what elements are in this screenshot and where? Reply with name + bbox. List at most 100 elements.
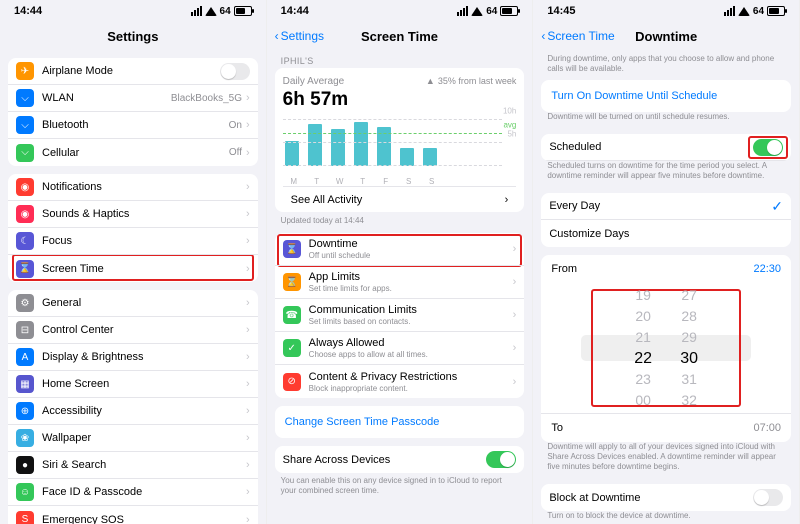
emergency-sos-icon: S	[16, 511, 34, 524]
accessibility-icon: ⊕	[16, 402, 34, 420]
avg-label: avg	[503, 121, 516, 130]
row-display-brightness[interactable]: ADisplay & Brightness›	[8, 344, 258, 371]
owner-label: IPHIL'S	[281, 56, 525, 66]
block-note: Turn on to block the device at downtime.	[541, 511, 791, 524]
customize-days-row[interactable]: Customize Days	[541, 220, 791, 247]
picker-value[interactable]: 22	[634, 348, 652, 369]
every-day-row[interactable]: Every Day ✓	[541, 193, 791, 220]
toggle[interactable]	[220, 63, 250, 80]
block-group: Block at Downtime	[541, 484, 791, 511]
picker-value[interactable]: 27	[681, 285, 697, 306]
picker-value[interactable]: 20	[635, 306, 651, 327]
trend: ▲ 35% from last week	[426, 76, 516, 86]
row-label: Cellular	[42, 147, 229, 159]
row-label: Face ID & Passcode	[42, 486, 246, 498]
row-screen-time[interactable]: ⌛Screen Time›	[8, 255, 258, 282]
cell-signal-icon	[724, 6, 735, 16]
communication-limits-icon: ☎	[283, 306, 301, 324]
row-sublabel: Set time limits for apps.	[309, 284, 513, 293]
row-content-privacy-restrictions[interactable]: ⊘Content & Privacy RestrictionsBlock ina…	[275, 365, 525, 398]
picker-hours[interactable]: 192021222300	[620, 283, 666, 413]
row-label: Content & Privacy Restrictions	[309, 371, 513, 383]
block-at-downtime-row[interactable]: Block at Downtime	[541, 484, 791, 511]
row-emergency-sos[interactable]: SEmergency SOS›	[8, 506, 258, 524]
arrow-up-icon: ▲	[426, 76, 435, 86]
row-label: App Limits	[309, 271, 513, 283]
picker-minutes[interactable]: 272829303132	[666, 283, 712, 413]
sounds-haptics-icon: ◉	[16, 205, 34, 223]
back-button[interactable]: ‹Settings	[275, 29, 324, 43]
chevron-right-icon: ›	[246, 208, 250, 220]
wallpaper-icon: ❀	[16, 429, 34, 447]
scheduled-row[interactable]: Scheduled	[541, 134, 791, 161]
row-airplane-mode[interactable]: ✈Airplane Mode	[8, 58, 258, 85]
day-label: T	[356, 177, 370, 186]
time-picker[interactable]: 192021222300 272829303132	[541, 283, 791, 413]
from-row[interactable]: From 22:30	[541, 255, 791, 283]
screen-time-icon: ⌛	[16, 260, 34, 278]
chevron-right-icon: ›	[246, 459, 250, 471]
picker-value[interactable]: 00	[635, 390, 651, 411]
row-label: Communication Limits	[309, 304, 513, 316]
to-row[interactable]: To 07:00	[541, 413, 791, 442]
row-wlan[interactable]: ⌵WLANBlackBooks_5G›	[8, 85, 258, 112]
cell-signal-icon	[191, 6, 202, 16]
block-toggle[interactable]	[753, 489, 783, 506]
chart-bar	[308, 124, 322, 166]
scheduled-group: Scheduled	[541, 134, 791, 161]
settings-group-general: ⚙General›⊟Control Center›ADisplay & Brig…	[8, 290, 258, 524]
row-siri-search[interactable]: ●Siri & Search›	[8, 452, 258, 479]
row-downtime[interactable]: ⌛DowntimeOff until schedule›	[275, 233, 525, 266]
chevron-left-icon: ‹	[275, 29, 279, 43]
row-communication-limits[interactable]: ☎Communication LimitsSet limits based on…	[275, 299, 525, 332]
page-title: Screen Time	[361, 29, 438, 44]
to-time: 07:00	[753, 422, 781, 434]
row-bluetooth[interactable]: ⌵BluetoothOn›	[8, 112, 258, 139]
row-focus[interactable]: ☾Focus›	[8, 228, 258, 255]
change-passcode[interactable]: Change Screen Time Passcode	[275, 406, 525, 438]
share-across-devices-row[interactable]: Share Across Devices	[275, 446, 525, 473]
row-face-id-passcode[interactable]: ☺Face ID & Passcode›	[8, 479, 258, 506]
row-general[interactable]: ⚙General›	[8, 290, 258, 317]
row-label: Accessibility	[42, 405, 246, 417]
chart-bar	[285, 141, 299, 166]
row-label: Notifications	[42, 181, 246, 193]
phone-settings: 14:44 64 Settings ✈Airplane Mode⌵WLANBla…	[0, 0, 267, 524]
intro-text: During downtime, only apps that you choo…	[541, 50, 791, 78]
chevron-right-icon: ›	[246, 514, 250, 524]
screentime-options: ⌛DowntimeOff until schedule›⌛App LimitsS…	[275, 233, 525, 398]
row-notifications[interactable]: ◉Notifications›	[8, 174, 258, 201]
row-always-allowed[interactable]: ✓Always AllowedChoose apps to allow at a…	[275, 332, 525, 365]
share-toggle[interactable]	[486, 451, 516, 468]
picker-value[interactable]: 32	[681, 390, 697, 411]
home-screen-icon: ▦	[16, 375, 34, 393]
row-label: Sounds & Haptics	[42, 208, 246, 220]
see-all-activity[interactable]: See All Activity ›	[283, 186, 517, 212]
row-home-screen[interactable]: ▦Home Screen›	[8, 371, 258, 398]
picker-value[interactable]: 30	[680, 348, 698, 369]
page-title: Downtime	[635, 29, 697, 44]
picker-value[interactable]: 19	[635, 285, 651, 306]
picker-value[interactable]: 29	[681, 327, 697, 348]
picker-value[interactable]: 21	[635, 327, 651, 348]
downtime-icon: ⌛	[283, 240, 301, 258]
battery-icon	[234, 6, 252, 16]
row-accessibility[interactable]: ⊕Accessibility›	[8, 398, 258, 425]
back-button[interactable]: ‹Screen Time	[541, 29, 614, 43]
page-title: Settings	[107, 29, 158, 44]
picker-value[interactable]: 23	[635, 369, 651, 390]
row-app-limits[interactable]: ⌛App LimitsSet time limits for apps.›	[275, 266, 525, 299]
row-label: Downtime	[309, 238, 513, 250]
picker-value[interactable]: 31	[681, 369, 697, 390]
row-cellular[interactable]: ⌵CellularOff›	[8, 139, 258, 166]
nav-header: Settings	[0, 22, 266, 50]
turn-on-until-schedule[interactable]: Turn On Downtime Until Schedule	[541, 80, 791, 112]
picker-value[interactable]: 28	[681, 306, 697, 327]
scheduled-toggle[interactable]	[753, 139, 783, 156]
chevron-right-icon: ›	[513, 243, 517, 255]
row-sounds-haptics[interactable]: ◉ Sounds & Haptics›	[8, 201, 258, 228]
row-label: Home Screen	[42, 378, 246, 390]
row-wallpaper[interactable]: ❀Wallpaper›	[8, 425, 258, 452]
nav-header: ‹Settings Screen Time	[267, 22, 533, 50]
row-control-center[interactable]: ⊟Control Center›	[8, 317, 258, 344]
